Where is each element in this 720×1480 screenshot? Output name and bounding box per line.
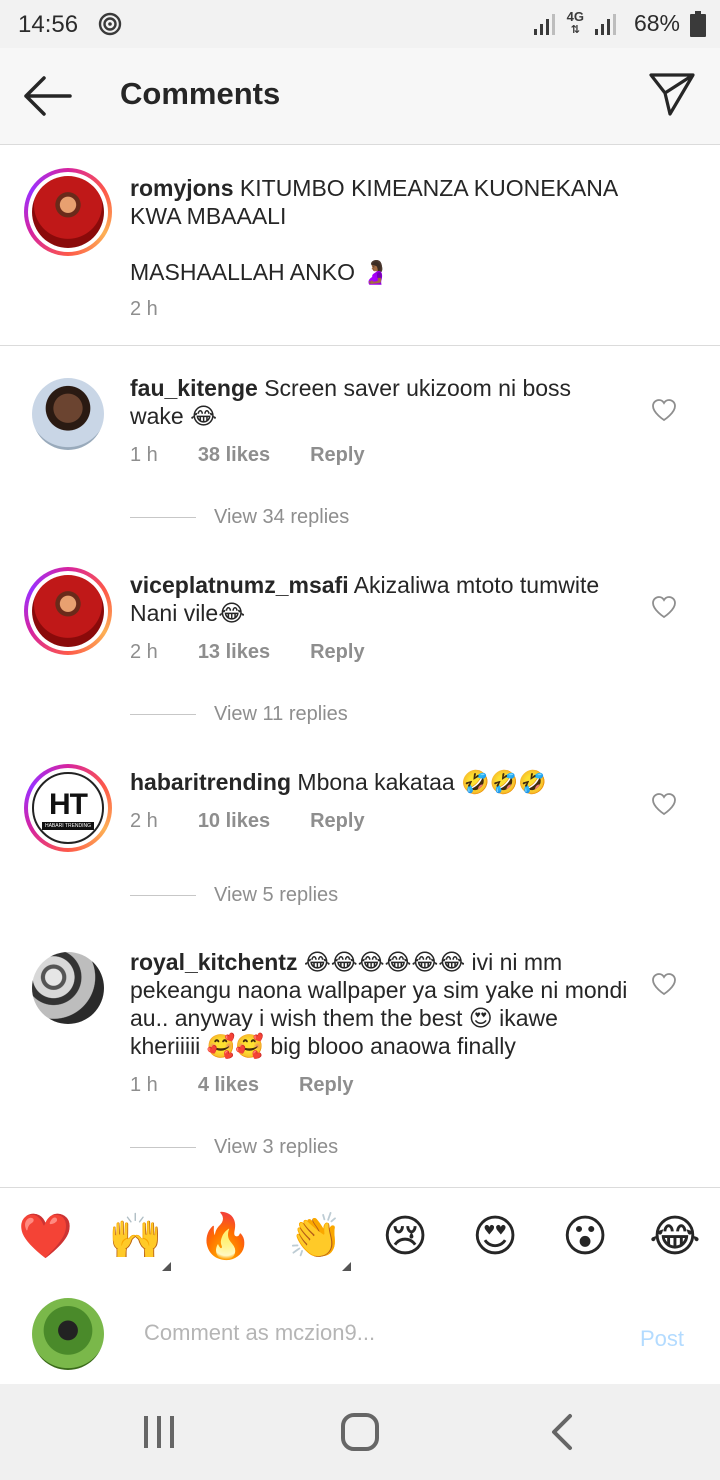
heart-eyes-reaction-icon[interactable]: 😍 (468, 1210, 522, 1264)
avatar[interactable] (32, 952, 104, 1024)
comment-composer: Post (0, 1284, 720, 1384)
avatar-image (32, 575, 104, 647)
raised-hands-reaction-icon[interactable]: 🙌 (108, 1210, 163, 1264)
battery-icon (690, 10, 706, 37)
skin-tone-indicator (162, 1262, 171, 1271)
quick-reactions-bar: ❤️ 🙌 🔥 👏 😢 😍 😮 😂 (0, 1187, 720, 1285)
crying-face-reaction-icon[interactable]: 😢 (378, 1210, 432, 1264)
comment-body: Mbona kakataa 🤣🤣🤣 (291, 769, 547, 795)
avatar-logo: HT (49, 788, 88, 821)
heart-icon[interactable] (651, 398, 677, 422)
username[interactable]: fau_kitenge (130, 375, 258, 401)
username[interactable]: romyjons (130, 175, 234, 201)
view-replies-button[interactable]: View 34 replies (130, 506, 349, 529)
reply-button[interactable]: Reply (299, 1074, 353, 1097)
signal-icon (533, 13, 555, 35)
username[interactable]: viceplatnumz_msafi (130, 572, 349, 598)
comment-text: royal_kitchentz 😂😂😂😂😂😂 ivi ni mm pekeang… (130, 948, 630, 1060)
comment-meta: 1 h 38 likes Reply (130, 444, 365, 467)
view-replies-label: View 5 replies (214, 884, 339, 906)
avatar[interactable] (24, 168, 112, 256)
clap-reaction-icon[interactable]: 👏 (288, 1210, 343, 1264)
view-replies-button[interactable]: View 11 replies (130, 703, 348, 726)
avatar[interactable]: HT HABARI TRENDING (24, 764, 112, 852)
cast-icon (98, 12, 122, 36)
caption-text: romyjons KITUMBO KIMEANZA KUONEKANA KWA … (130, 174, 630, 230)
timestamp: 1 h (130, 1074, 158, 1096)
username[interactable]: habaritrending (130, 769, 291, 795)
signal-icon-2 (594, 13, 616, 35)
comment-text: fau_kitenge Screen saver ukizoom ni boss… (130, 374, 630, 430)
caption-text-2: MASHAALLAH ANKO 🤰🏾 (130, 259, 390, 285)
post-button[interactable]: Post (640, 1326, 684, 1352)
comment-meta: 2 h 10 likes Reply (130, 810, 365, 833)
tears-of-joy-reaction-icon[interactable]: 😂 (648, 1210, 702, 1264)
avatar-image (32, 176, 104, 248)
likes-count[interactable]: 10 likes (198, 810, 270, 833)
view-replies-label: View 11 replies (214, 703, 348, 725)
comment-meta: 2 h 13 likes Reply (130, 641, 365, 664)
network-type: 4G ⇅ (566, 9, 584, 36)
reply-button[interactable]: Reply (310, 641, 364, 664)
heart-icon[interactable] (651, 595, 677, 619)
view-replies-label: View 34 replies (214, 506, 350, 528)
view-replies-label: View 3 replies (214, 1136, 339, 1158)
system-nav-bar (0, 1384, 720, 1480)
comment-item: royal_kitchentz 😂😂😂😂😂😂 ivi ni mm pekeang… (0, 930, 720, 1186)
paper-plane-icon[interactable] (648, 70, 696, 118)
avatar[interactable] (24, 567, 112, 655)
likes-count[interactable]: 4 likes (198, 1074, 259, 1097)
timestamp: 2 h (130, 298, 158, 320)
heart-icon[interactable] (651, 792, 677, 816)
battery-percent: 68% (633, 10, 680, 36)
heart-icon[interactable] (651, 972, 677, 996)
reply-button[interactable]: Reply (310, 444, 364, 467)
back-nav-icon[interactable] (548, 1412, 576, 1452)
app-header: Comments (0, 48, 720, 145)
caption: romyjons KITUMBO KIMEANZA KUONEKANA KWA … (0, 144, 720, 346)
timestamp: 2 h (130, 810, 158, 832)
status-bar: 14:56 4G ⇅ 68% (0, 0, 720, 48)
likes-count[interactable]: 38 likes (198, 444, 270, 467)
comment-item: fau_kitenge Screen saver ukizoom ni boss… (0, 346, 720, 543)
comment-text: viceplatnumz_msafi Akizaliwa mtoto tumwi… (130, 571, 630, 627)
likes-count[interactable]: 13 likes (198, 641, 270, 664)
status-right: 4G ⇅ 68% (533, 10, 706, 37)
comment-text: habaritrending Mbona kakataa 🤣🤣🤣 (130, 768, 630, 796)
fire-reaction-icon[interactable]: 🔥 (198, 1210, 253, 1264)
timestamp: 1 h (130, 444, 158, 466)
back-arrow-icon[interactable] (20, 72, 74, 120)
heart-reaction-icon[interactable]: ❤️ (18, 1210, 73, 1264)
view-replies-button[interactable]: View 3 replies (130, 1136, 338, 1159)
surprised-face-reaction-icon[interactable]: 😮 (558, 1210, 612, 1264)
page-title: Comments (120, 76, 281, 111)
username[interactable]: royal_kitchentz (130, 949, 297, 975)
reply-button[interactable]: Reply (310, 810, 364, 833)
comment-meta: 1 h 4 likes Reply (130, 1074, 353, 1097)
avatar[interactable] (32, 378, 104, 450)
caption-meta: 2 h (130, 298, 158, 321)
home-icon[interactable] (340, 1412, 380, 1452)
avatar (32, 1298, 104, 1370)
comment-item: HT HABARI TRENDING habaritrending Mbona … (0, 740, 720, 930)
avatar-logo-sub: HABARI TRENDING (42, 822, 94, 830)
comment-input[interactable] (144, 1320, 594, 1346)
view-replies-button[interactable]: View 5 replies (130, 884, 338, 907)
skin-tone-indicator (342, 1262, 351, 1271)
avatar-image: HT HABARI TRENDING (32, 772, 104, 844)
recent-apps-icon[interactable] (142, 1414, 176, 1450)
comment-item: viceplatnumz_msafi Akizaliwa mtoto tumwi… (0, 543, 720, 740)
timestamp: 2 h (130, 641, 158, 663)
status-time: 14:56 (18, 11, 79, 38)
